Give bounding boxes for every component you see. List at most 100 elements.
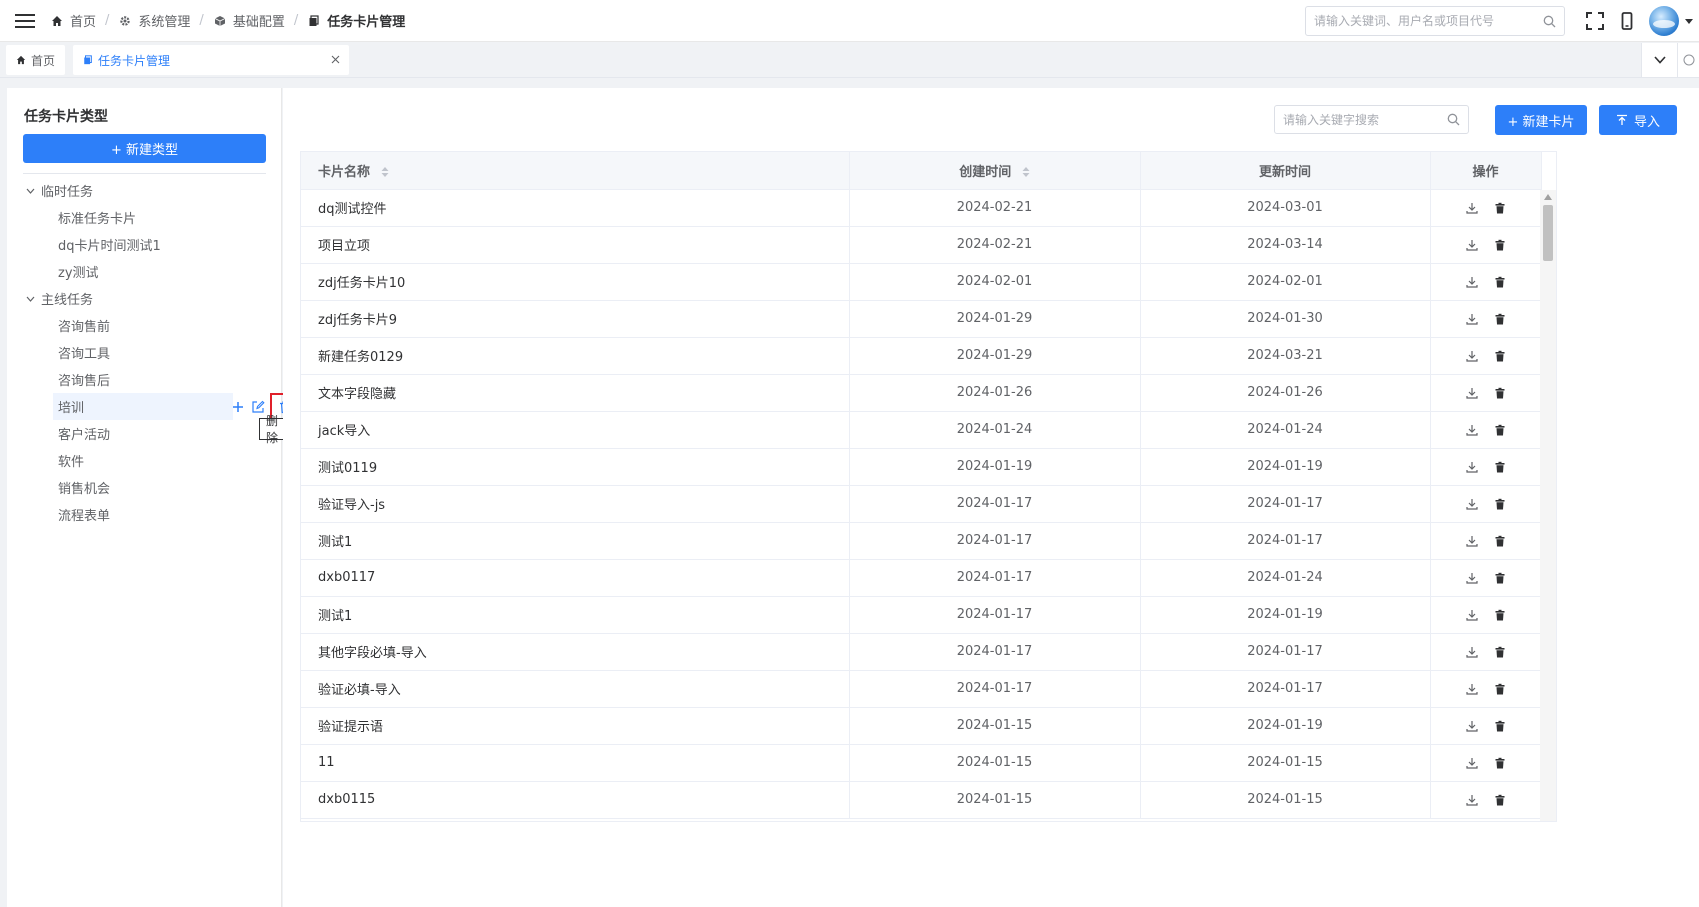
column-header-name[interactable]: 卡片名称 bbox=[301, 152, 850, 190]
trash-icon[interactable] bbox=[1491, 458, 1509, 476]
trash-icon[interactable] bbox=[1491, 199, 1509, 217]
tree-item[interactable]: 软件 bbox=[23, 447, 266, 474]
import-button[interactable]: 导入 bbox=[1599, 105, 1677, 135]
download-icon[interactable] bbox=[1463, 680, 1481, 698]
table-row[interactable]: zdj任务卡片10 2024-02-01 2024-02-01 bbox=[301, 263, 1542, 301]
caret-down-icon[interactable] bbox=[1679, 18, 1699, 24]
keyword-search-input[interactable] bbox=[1283, 112, 1447, 127]
table-row[interactable]: dq测试控件 2024-02-21 2024-03-01 bbox=[301, 189, 1542, 227]
table-row[interactable]: 项目立项 2024-02-21 2024-03-14 bbox=[301, 226, 1542, 264]
trash-icon[interactable] bbox=[1491, 569, 1509, 587]
cell-created: 2024-01-26 bbox=[849, 374, 1141, 412]
scrollbar-thumb[interactable] bbox=[1543, 205, 1553, 261]
tree-item[interactable]: zy测试 bbox=[23, 258, 266, 285]
download-icon[interactable] bbox=[1463, 791, 1481, 809]
search-icon[interactable] bbox=[1447, 113, 1460, 126]
cell-actions bbox=[1430, 596, 1542, 634]
download-icon[interactable] bbox=[1463, 754, 1481, 772]
tree-item[interactable]: 咨询工具 bbox=[23, 339, 266, 366]
download-icon[interactable] bbox=[1463, 273, 1481, 291]
table-row[interactable]: jack导入 2024-01-24 2024-01-24 bbox=[301, 411, 1542, 449]
table-row[interactable]: 验证必填-导入 2024-01-17 2024-01-17 bbox=[301, 670, 1542, 708]
table-row[interactable]: 测试1 2024-01-17 2024-01-17 bbox=[301, 522, 1542, 560]
download-icon[interactable] bbox=[1463, 421, 1481, 439]
mobile-icon[interactable] bbox=[1611, 5, 1643, 37]
tree-item[interactable]: 流程表单 bbox=[23, 501, 266, 528]
table-row[interactable]: 其他字段必填-导入 2024-01-17 2024-01-17 bbox=[301, 633, 1542, 671]
new-card-button[interactable]: + 新建卡片 bbox=[1495, 105, 1587, 135]
sort-icon[interactable] bbox=[1022, 167, 1030, 178]
table-row[interactable]: 测试1 2024-01-17 2024-01-19 bbox=[301, 596, 1542, 634]
tree-item[interactable]: 标准任务卡片 bbox=[23, 204, 266, 231]
chevron-down-icon[interactable] bbox=[23, 292, 37, 306]
table-row[interactable]: dxb0117 2024-01-17 2024-01-24 bbox=[301, 559, 1542, 597]
edit-icon[interactable] bbox=[248, 397, 268, 417]
tree-item-hovered[interactable]: 培训 bbox=[53, 392, 300, 421]
table-row[interactable]: 验证提示语 2024-01-15 2024-01-19 bbox=[301, 707, 1542, 745]
trash-icon[interactable] bbox=[1491, 606, 1509, 624]
vertical-scrollbar[interactable] bbox=[1540, 190, 1556, 821]
chevron-down-icon[interactable] bbox=[1641, 43, 1677, 77]
trash-icon[interactable] bbox=[1491, 273, 1509, 291]
trash-icon[interactable] bbox=[1491, 680, 1509, 698]
tree-item[interactable]: 客户活动 bbox=[23, 420, 266, 447]
breadcrumb-system[interactable]: 系统管理 bbox=[118, 11, 190, 30]
close-icon[interactable] bbox=[329, 53, 341, 65]
download-icon[interactable] bbox=[1463, 199, 1481, 217]
trash-icon[interactable] bbox=[1491, 532, 1509, 550]
add-icon[interactable] bbox=[228, 397, 248, 417]
tree-item[interactable]: 咨询售后 bbox=[23, 366, 266, 393]
download-icon[interactable] bbox=[1463, 606, 1481, 624]
tree-group-temporary[interactable]: 临时任务 bbox=[23, 177, 266, 204]
breadcrumb-home[interactable]: 首页 bbox=[50, 11, 96, 30]
scroll-up-icon[interactable] bbox=[1544, 194, 1552, 200]
download-icon[interactable] bbox=[1463, 458, 1481, 476]
download-icon[interactable] bbox=[1463, 569, 1481, 587]
download-icon[interactable] bbox=[1463, 532, 1481, 550]
trash-icon[interactable] bbox=[1491, 236, 1509, 254]
sort-icon[interactable] bbox=[381, 167, 389, 178]
trash-icon[interactable] bbox=[1491, 421, 1509, 439]
trash-icon[interactable] bbox=[1491, 347, 1509, 365]
cell-updated: 2024-01-24 bbox=[1140, 559, 1431, 597]
table-row[interactable]: 测试0119 2024-01-19 2024-01-19 bbox=[301, 448, 1542, 486]
breadcrumb-basic-config[interactable]: 基础配置 bbox=[213, 11, 285, 30]
tree-group-label: 临时任务 bbox=[41, 185, 94, 200]
download-icon[interactable] bbox=[1463, 495, 1481, 513]
table-row[interactable]: 11 2024-01-15 2024-01-15 bbox=[301, 744, 1542, 782]
download-icon[interactable] bbox=[1463, 347, 1481, 365]
trash-icon[interactable] bbox=[1491, 791, 1509, 809]
column-header-created[interactable]: 创建时间 bbox=[849, 152, 1141, 190]
tab-home[interactable]: 首页 bbox=[6, 45, 66, 75]
trash-icon[interactable] bbox=[1491, 643, 1509, 661]
tree-group-mainline[interactable]: 主线任务 bbox=[23, 285, 266, 312]
table-row[interactable]: dxb0115 2024-01-15 2024-01-15 bbox=[301, 781, 1542, 819]
trash-icon[interactable] bbox=[1491, 717, 1509, 735]
download-icon[interactable] bbox=[1463, 236, 1481, 254]
tree-item[interactable]: 销售机会 bbox=[23, 474, 266, 501]
avatar[interactable] bbox=[1649, 6, 1679, 36]
trash-icon[interactable] bbox=[1491, 495, 1509, 513]
download-icon[interactable] bbox=[1463, 310, 1481, 328]
chevron-down-icon[interactable] bbox=[23, 184, 37, 198]
table-row[interactable]: zdj任务卡片9 2024-01-29 2024-01-30 bbox=[301, 300, 1542, 338]
search-icon[interactable] bbox=[1543, 15, 1556, 28]
download-icon[interactable] bbox=[1463, 384, 1481, 402]
tab-task-card-management[interactable]: 任务卡片管理 bbox=[73, 45, 350, 75]
trash-icon[interactable] bbox=[1491, 754, 1509, 772]
table-row[interactable]: 文本字段隐藏 2024-01-26 2024-01-26 bbox=[301, 374, 1542, 412]
table-row[interactable]: 验证导入-js 2024-01-17 2024-01-17 bbox=[301, 485, 1542, 523]
tabs-more-icon[interactable] bbox=[1677, 43, 1699, 77]
trash-icon[interactable] bbox=[1491, 384, 1509, 402]
global-search-input[interactable] bbox=[1314, 14, 1543, 28]
tree-item[interactable]: dq卡片时间测试1 bbox=[23, 231, 266, 258]
download-icon[interactable] bbox=[1463, 717, 1481, 735]
new-type-button[interactable]: + 新建类型 bbox=[23, 134, 266, 163]
tree-item[interactable]: 咨询售前 bbox=[23, 312, 266, 339]
table-row[interactable]: 新建任务0129 2024-01-29 2024-03-21 bbox=[301, 337, 1542, 375]
cell-actions bbox=[1430, 448, 1542, 486]
trash-icon[interactable] bbox=[1491, 310, 1509, 328]
fullscreen-icon[interactable] bbox=[1579, 5, 1611, 37]
menu-toggle-icon[interactable] bbox=[0, 0, 50, 42]
download-icon[interactable] bbox=[1463, 643, 1481, 661]
